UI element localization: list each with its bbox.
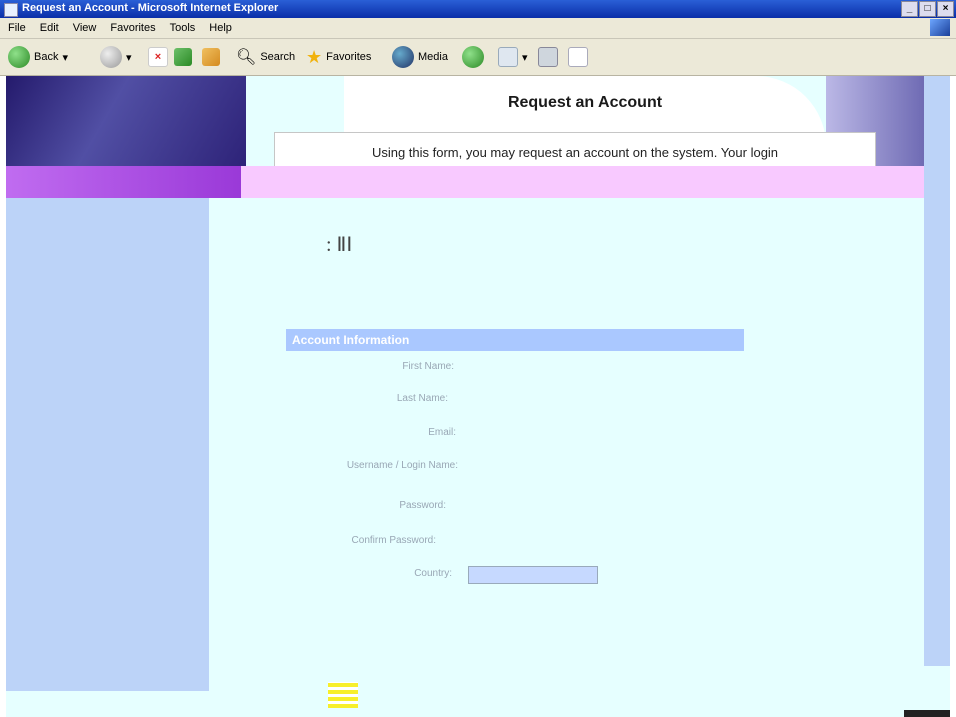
- mail-button[interactable]: ▾: [498, 45, 528, 69]
- search-label: Search: [260, 51, 296, 63]
- title-bar: Request an Account - Microsoft Internet …: [0, 0, 956, 18]
- stop-icon: ×: [148, 47, 168, 67]
- confirm-password-label: Confirm Password:: [351, 535, 436, 546]
- stop-button[interactable]: ×: [148, 45, 168, 69]
- forward-arrow-icon: [100, 46, 122, 68]
- menu-view[interactable]: View: [73, 22, 97, 34]
- edit-button[interactable]: [568, 45, 588, 69]
- password-label: Password:: [399, 500, 446, 511]
- intro-box: Using this form, you may request an acco…: [274, 132, 876, 170]
- last-name-label: Last Name:: [396, 393, 448, 404]
- first-name-label: First Name:: [402, 361, 454, 372]
- right-background-panel: [924, 76, 950, 666]
- search-button[interactable]: 🔍︎ Search: [236, 45, 295, 69]
- dropdown-arrow-icon[interactable]: ▾: [522, 51, 528, 64]
- dropdown-arrow-icon[interactable]: ▾: [62, 51, 68, 64]
- forward-button[interactable]: ▾: [100, 45, 132, 69]
- username-label: Username / Login Name:: [346, 460, 458, 471]
- intro-text: Using this form, you may request an acco…: [371, 145, 779, 160]
- close-button[interactable]: ×: [937, 1, 954, 17]
- account-section-header: Account Information: [286, 329, 744, 351]
- artifact-glyph: : ⅡⅠ: [326, 234, 353, 256]
- media-icon: [392, 46, 414, 68]
- search-icon: 🔍︎: [236, 49, 257, 66]
- windows-logo-icon: [930, 19, 950, 36]
- browser-content: Request an Account Using this form, you …: [6, 76, 950, 717]
- country-label: Country:: [414, 568, 452, 579]
- back-arrow-icon: [8, 46, 30, 68]
- back-button[interactable]: Back ▾: [8, 45, 68, 69]
- email-label: Email:: [428, 427, 456, 438]
- page-title: Request an Account: [507, 94, 663, 111]
- history-button[interactable]: [462, 45, 484, 69]
- minimize-button[interactable]: _: [901, 1, 918, 17]
- menu-tools[interactable]: Tools: [170, 22, 196, 34]
- mail-icon: [498, 47, 518, 67]
- print-icon: [538, 47, 558, 67]
- window-title: Request an Account - Microsoft Internet …: [22, 2, 279, 14]
- window-controls: _ □ ×: [901, 1, 954, 17]
- media-label: Media: [418, 51, 448, 63]
- rendering-artifact: [328, 682, 358, 708]
- home-button[interactable]: [202, 45, 220, 69]
- menu-bar: File Edit View Favorites Tools Help: [0, 18, 956, 39]
- account-section-title: Account Information: [292, 333, 410, 347]
- menu-edit[interactable]: Edit: [40, 22, 59, 34]
- country-select[interactable]: [468, 566, 598, 584]
- menu-file[interactable]: File: [8, 22, 26, 34]
- left-band-artwork: [6, 166, 241, 198]
- menu-favorites[interactable]: Favorites: [110, 22, 155, 34]
- history-icon: [462, 46, 484, 68]
- ie-window-icon: [4, 3, 18, 17]
- favorites-label: Favorites: [326, 51, 372, 63]
- edit-page-icon: [568, 47, 588, 67]
- favorites-button[interactable]: ★ Favorites: [306, 45, 371, 69]
- status-indicator: [904, 710, 950, 717]
- media-button[interactable]: Media: [392, 45, 448, 69]
- refresh-icon: [174, 48, 192, 66]
- dropdown-arrow-icon[interactable]: ▾: [126, 51, 132, 64]
- refresh-button[interactable]: [174, 45, 192, 69]
- print-button[interactable]: [538, 45, 558, 69]
- star-icon: ★: [306, 46, 323, 67]
- home-icon: [202, 48, 220, 66]
- back-label: Back: [34, 51, 59, 63]
- toolbar: Back ▾ ▾ × 🔍︎ Search ★ Favorites Media ▾: [0, 39, 956, 76]
- maximize-button[interactable]: □: [919, 1, 936, 17]
- menu-help[interactable]: Help: [209, 22, 232, 34]
